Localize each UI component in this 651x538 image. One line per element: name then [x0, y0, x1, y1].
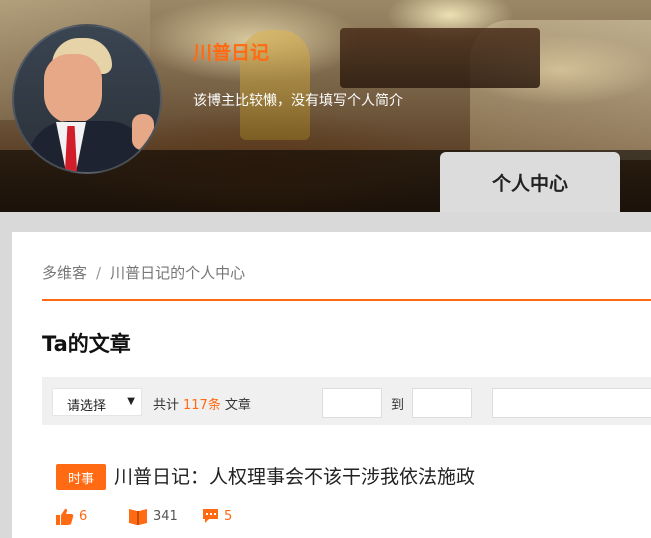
breadcrumb-home-link[interactable]: 多维客 — [42, 264, 87, 282]
comments-count: 5 — [224, 508, 233, 524]
blog-description: 该博主比较懒，没有填写个人简介 — [193, 93, 403, 109]
article-tag[interactable]: 时事 — [56, 464, 106, 490]
section-title: Ta的文章 — [42, 332, 131, 356]
breadcrumb: 多维客 / 川普日记的个人中心 — [42, 262, 245, 283]
blog-name[interactable]: 川普日记 — [193, 38, 269, 65]
avatar-suit — [28, 121, 148, 172]
likes-count: 6 — [79, 509, 88, 524]
comments-stat[interactable]: 5 — [202, 508, 232, 524]
date-to-input[interactable] — [412, 388, 472, 418]
category-select[interactable]: 请选择 ▼ — [52, 388, 142, 416]
article-title-link[interactable]: 川普日记：人权理事会不该干涉我依法施政 — [114, 462, 475, 489]
book-icon — [128, 508, 148, 525]
article-count-suffix: 文章 — [224, 398, 251, 413]
banner-background-table — [340, 28, 540, 88]
article-count-value: 117条 — [183, 398, 221, 413]
caret-down-icon: ▼ — [127, 396, 135, 407]
breadcrumb-separator: / — [96, 264, 102, 282]
article-count: 共计 117条 文章 — [153, 394, 251, 413]
avatar-face — [44, 54, 102, 124]
section-divider — [42, 299, 651, 301]
profile-banner: 川普日记 该博主比较懒，没有填写个人简介 个人中心 — [0, 0, 651, 212]
reads-count: 341 — [153, 509, 178, 524]
tab-personal-center[interactable]: 个人中心 — [440, 152, 620, 212]
article-count-prefix: 共计 — [153, 398, 180, 413]
reads-stat: 341 — [128, 508, 178, 525]
comment-icon — [202, 508, 219, 524]
main-card: 多维客 / 川普日记的个人中心 Ta的文章 请选择 ▼ 共计 117条 文章 到 时事 … — [12, 232, 651, 538]
category-select-value: 请选择 — [67, 399, 107, 414]
filter-bar: 请选择 ▼ 共计 117条 文章 到 — [42, 377, 651, 425]
keyword-input[interactable] — [492, 388, 651, 418]
date-range-to-label: 到 — [391, 398, 405, 413]
avatar-hand — [132, 114, 154, 150]
breadcrumb-current[interactable]: 川普日记的个人中心 — [110, 264, 245, 282]
date-from-input[interactable] — [322, 388, 382, 418]
thumbs-up-icon — [56, 508, 74, 525]
avatar[interactable] — [12, 24, 162, 174]
likes-stat[interactable]: 6 — [56, 508, 87, 525]
